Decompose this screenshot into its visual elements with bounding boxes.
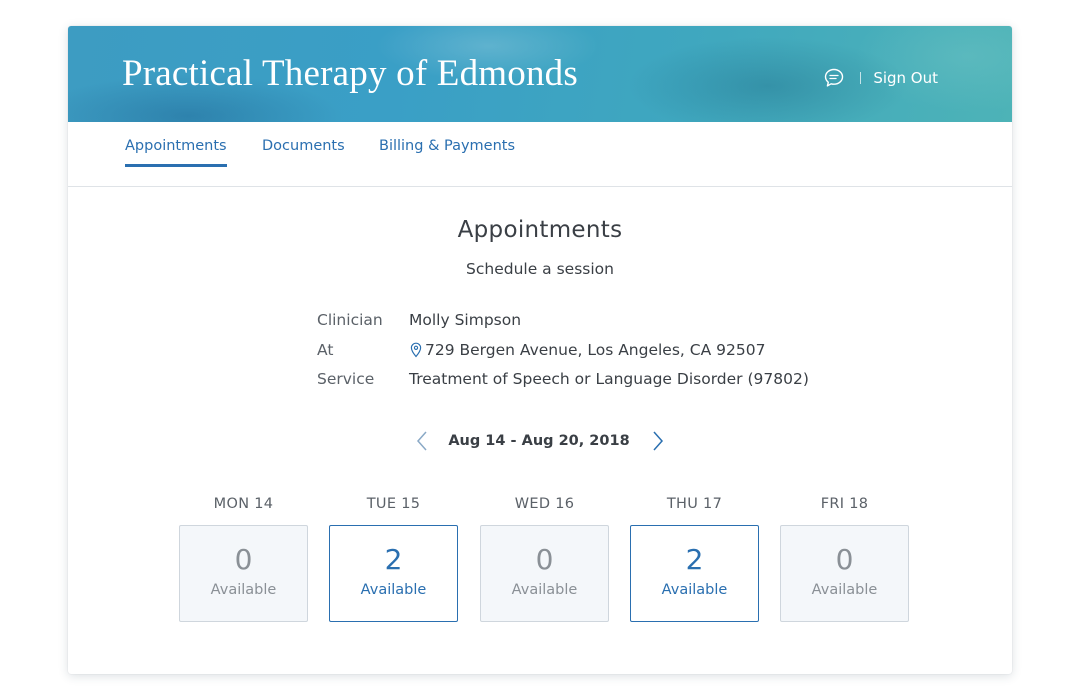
slot-available-label: Available [661, 582, 728, 598]
day-label: WED 16 [514, 496, 575, 512]
week-navigator: Aug 14 - Aug 20, 2018 [68, 429, 1012, 453]
header-banner: Practical Therapy of Edmonds Sign Out [68, 26, 1012, 122]
page-title: Appointments [457, 217, 623, 243]
slot-available-label: Available [511, 582, 578, 598]
address-link[interactable]: 729 Bergen Avenue, Los Angeles, CA 92507 [409, 341, 765, 359]
header-actions: Sign Out [822, 66, 938, 90]
slot-count: 2 [685, 543, 704, 576]
day-slot-tue[interactable]: 2 Available [329, 525, 458, 622]
day-label: THU 17 [666, 496, 723, 512]
day-column-tue: TUE 15 2 Available [329, 496, 458, 622]
day-column-fri: FRI 18 0 Available [780, 496, 909, 622]
day-column-wed: WED 16 0 Available [480, 496, 609, 622]
header-divider [860, 72, 862, 84]
day-slot-fri[interactable]: 0 Available [780, 525, 909, 622]
nav-tabs: Appointments Documents Billing & Payment… [68, 122, 1012, 187]
tab-documents[interactable]: Documents [262, 138, 345, 164]
slot-count: 2 [384, 543, 403, 576]
clinician-value: Molly Simpson [409, 311, 522, 329]
tab-billing-payments[interactable]: Billing & Payments [379, 138, 515, 164]
practice-name: Practical Therapy of Edmonds [122, 53, 578, 94]
day-label: MON 14 [213, 496, 274, 512]
slot-count: 0 [535, 543, 554, 576]
map-pin-icon [410, 342, 422, 358]
portal-card: Practical Therapy of Edmonds Sign Out Ap… [68, 26, 1012, 674]
chat-bubble-icon[interactable] [822, 66, 846, 90]
slot-available-label: Available [210, 582, 277, 598]
sign-out-link[interactable]: Sign Out [873, 69, 938, 87]
day-column-mon: MON 14 0 Available [179, 496, 308, 622]
day-column-thu: THU 17 2 Available [630, 496, 759, 622]
slot-available-label: Available [811, 582, 878, 598]
tab-appointments[interactable]: Appointments [125, 138, 227, 167]
slot-available-label: Available [360, 582, 427, 598]
slot-count: 0 [835, 543, 854, 576]
chevron-right-icon[interactable] [646, 429, 670, 453]
week-range: Aug 14 - Aug 20, 2018 [448, 433, 630, 449]
page-subtitle: Schedule a session [466, 260, 614, 278]
slot-count: 0 [234, 543, 253, 576]
day-label: FRI 18 [820, 496, 869, 512]
day-label: TUE 15 [366, 496, 421, 512]
day-slot-wed[interactable]: 0 Available [480, 525, 609, 622]
service-value: Treatment of Speech or Language Disorder… [409, 370, 809, 388]
chevron-left-icon[interactable] [410, 429, 434, 453]
clinician-label: Clinician [317, 311, 383, 329]
address-text: 729 Bergen Avenue, Los Angeles, CA 92507 [425, 341, 766, 359]
service-label: Service [317, 370, 375, 388]
location-label: At [317, 341, 334, 359]
day-slot-mon[interactable]: 0 Available [179, 525, 308, 622]
day-slot-thu[interactable]: 2 Available [630, 525, 759, 622]
